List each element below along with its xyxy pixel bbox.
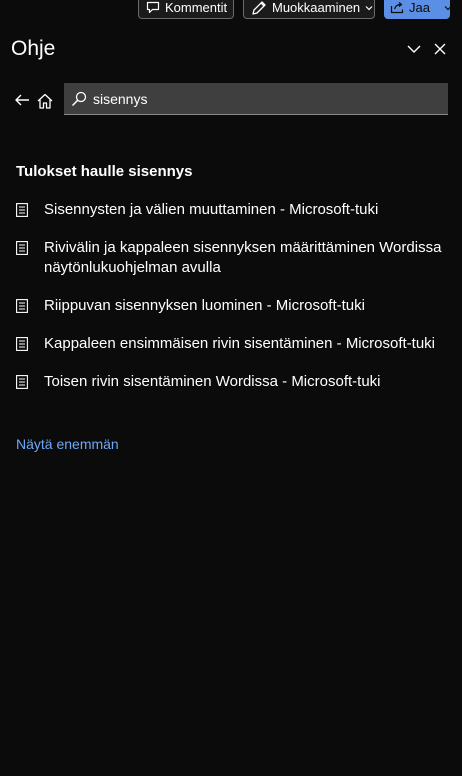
result-item[interactable]: Kappaleen ensimmäisen rivin sisentäminen…	[16, 334, 446, 354]
document-icon	[16, 299, 28, 313]
close-icon[interactable]	[432, 41, 448, 57]
result-item[interactable]: Toisen rivin sisentäminen Wordissa - Mic…	[16, 372, 446, 392]
result-link[interactable]: Sisennysten ja välien muuttaminen - Micr…	[44, 200, 444, 220]
share-icon	[390, 2, 404, 14]
result-link[interactable]: Toisen rivin sisentäminen Wordissa - Mic…	[44, 372, 444, 392]
search-box[interactable]	[64, 83, 448, 115]
comment-icon	[146, 1, 160, 14]
pane-options-chevron-icon[interactable]	[406, 41, 422, 57]
pencil-icon	[252, 0, 266, 15]
share-button-label: Jaa	[409, 0, 430, 15]
show-more-link[interactable]: Näytä enemmän	[16, 436, 119, 452]
result-item[interactable]: Riippuvan sisennyksen luominen - Microso…	[16, 296, 446, 316]
results-list: Sisennysten ja välien muuttaminen - Micr…	[16, 200, 446, 410]
result-item[interactable]: Rivivälin ja kappaleen sisennyksen määri…	[16, 238, 446, 278]
document-icon	[16, 203, 28, 217]
pane-title: Ohje	[11, 37, 56, 60]
document-icon	[16, 337, 28, 351]
search-row	[12, 83, 448, 115]
comments-button-label: Kommentit	[165, 0, 228, 15]
results-heading: Tulokset haulle sisennys	[16, 163, 193, 180]
result-link[interactable]: Rivivälin ja kappaleen sisennyksen määri…	[44, 238, 444, 278]
document-icon	[16, 375, 28, 389]
result-link[interactable]: Riippuvan sisennyksen luominen - Microso…	[44, 296, 444, 316]
share-button[interactable]: Jaa	[384, 0, 452, 19]
comments-button[interactable]: Kommentit	[138, 0, 234, 19]
editing-mode-label: Muokkaaminen	[272, 0, 361, 15]
share-dropdown-chevron-icon[interactable]	[444, 5, 452, 11]
search-icon	[71, 91, 87, 106]
result-item[interactable]: Sisennysten ja välien muuttaminen - Micr…	[16, 200, 446, 220]
help-pane-header: Ohje	[11, 33, 448, 65]
document-icon	[16, 241, 28, 255]
top-toolbar: Kommentit Muokkaaminen Jaa	[0, 0, 462, 22]
editing-mode-button[interactable]: Muokkaaminen	[243, 0, 375, 19]
result-link[interactable]: Kappaleen ensimmäisen rivin sisentäminen…	[44, 334, 444, 354]
back-arrow-icon[interactable]	[14, 92, 30, 108]
home-icon[interactable]	[36, 92, 54, 110]
chevron-down-icon	[365, 5, 373, 10]
search-input[interactable]	[93, 83, 433, 114]
